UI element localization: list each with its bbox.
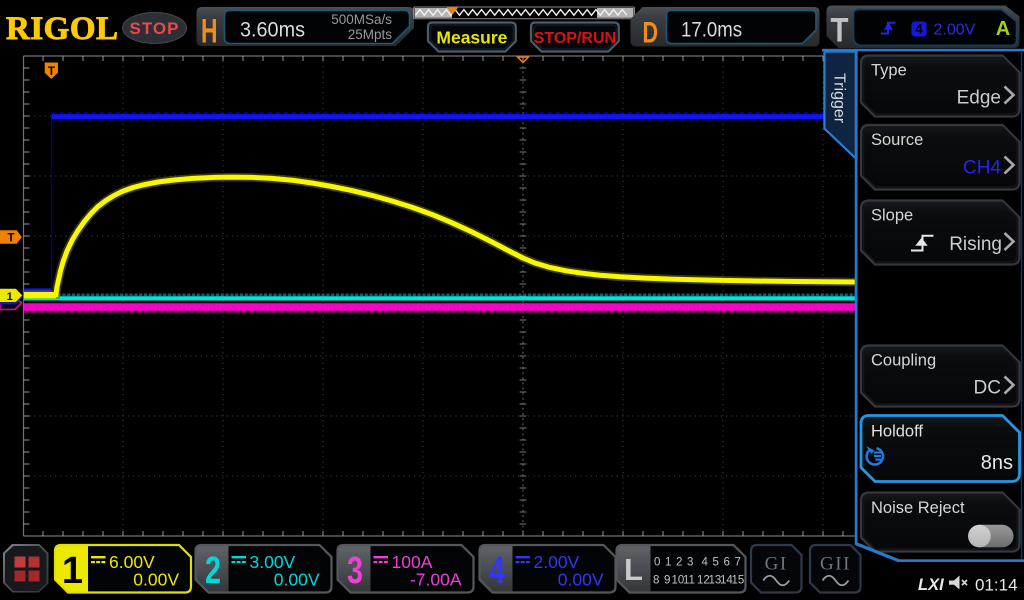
svg-text:Edge: Edge bbox=[957, 88, 1001, 109]
svg-text:L: L bbox=[624, 552, 643, 587]
svg-text:25Mpts: 25Mpts bbox=[348, 27, 393, 42]
svg-text:4: 4 bbox=[915, 22, 923, 37]
svg-text:6: 6 bbox=[724, 557, 730, 569]
svg-text:8ns: 8ns bbox=[981, 452, 1013, 474]
svg-text:DC: DC bbox=[974, 378, 1001, 399]
svg-text:T: T bbox=[7, 232, 14, 244]
svg-text:RIGOL: RIGOL bbox=[6, 11, 119, 47]
svg-text:15: 15 bbox=[732, 575, 745, 587]
svg-text:GII: GII bbox=[820, 554, 851, 575]
svg-text:5: 5 bbox=[713, 557, 719, 569]
svg-text:STOP/RUN: STOP/RUN bbox=[534, 30, 616, 47]
svg-text:0.00V: 0.00V bbox=[133, 570, 179, 590]
svg-text:4: 4 bbox=[489, 550, 505, 592]
svg-text:7: 7 bbox=[735, 557, 741, 569]
svg-text:LXI: LXI bbox=[918, 576, 944, 594]
svg-text:3: 3 bbox=[687, 557, 693, 569]
svg-text:01:14: 01:14 bbox=[975, 576, 1018, 595]
svg-text:Rising: Rising bbox=[949, 234, 1002, 255]
svg-text:Holdoff: Holdoff bbox=[871, 423, 923, 441]
svg-text:4: 4 bbox=[702, 557, 709, 569]
svg-text:Trigger: Trigger bbox=[831, 73, 848, 124]
svg-text:2.00V: 2.00V bbox=[934, 21, 976, 38]
svg-text:2: 2 bbox=[205, 550, 221, 592]
svg-text:17.0ms: 17.0ms bbox=[681, 19, 742, 42]
svg-text:Measure: Measure bbox=[436, 28, 507, 48]
svg-text:11: 11 bbox=[683, 575, 695, 587]
svg-text:T: T bbox=[831, 12, 849, 50]
svg-text:3.60ms: 3.60ms bbox=[240, 19, 305, 42]
svg-text:CH4: CH4 bbox=[963, 158, 1001, 179]
svg-text:T: T bbox=[48, 66, 55, 78]
svg-text:0: 0 bbox=[654, 557, 660, 569]
svg-text:8: 8 bbox=[653, 575, 659, 587]
svg-text:STOP: STOP bbox=[130, 19, 180, 38]
svg-text:0.00V: 0.00V bbox=[274, 570, 320, 590]
svg-text:Slope: Slope bbox=[871, 207, 913, 225]
svg-text:0.00V: 0.00V bbox=[558, 570, 604, 590]
svg-text:A: A bbox=[996, 18, 1010, 40]
svg-text:3: 3 bbox=[347, 550, 363, 592]
svg-text:-7.00A: -7.00A bbox=[410, 570, 462, 590]
svg-text:GI: GI bbox=[765, 554, 788, 575]
svg-text:9: 9 bbox=[664, 575, 670, 587]
svg-text:D: D bbox=[643, 17, 659, 50]
svg-text:Noise Reject: Noise Reject bbox=[871, 499, 965, 517]
svg-text:Type: Type bbox=[871, 62, 907, 80]
svg-text:500MSa/s: 500MSa/s bbox=[331, 12, 392, 27]
svg-text:Source: Source bbox=[871, 131, 923, 149]
svg-text:H: H bbox=[201, 13, 218, 51]
svg-text:1: 1 bbox=[665, 557, 671, 569]
svg-text:2: 2 bbox=[676, 557, 682, 569]
svg-text:1: 1 bbox=[7, 291, 13, 303]
svg-text:Coupling: Coupling bbox=[871, 352, 936, 370]
svg-text:1: 1 bbox=[62, 550, 83, 592]
